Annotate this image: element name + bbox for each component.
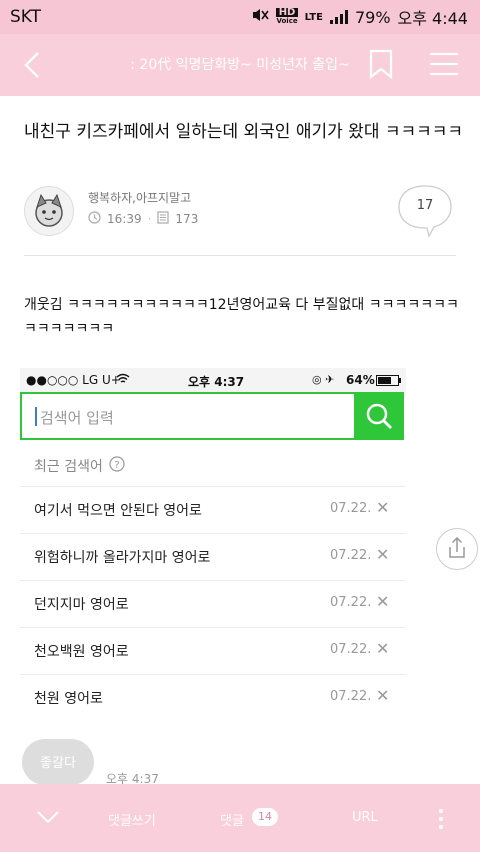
- recent-search-date: 07.22.: [330, 548, 372, 563]
- status-bar: SKT HD Voice LTE 79% 오후 4:44: [0, 0, 480, 34]
- clock-icon: [88, 211, 101, 227]
- recent-search-date: 07.22.: [330, 501, 372, 516]
- share-icon[interactable]: [436, 528, 478, 570]
- divider: [24, 255, 456, 256]
- embedded-wifi-icon: [116, 373, 130, 388]
- view-count: 173: [175, 212, 199, 226]
- delete-x-icon: ✕: [376, 686, 390, 705]
- embedded-battery-icon: [376, 375, 402, 389]
- url-button[interactable]: URL: [352, 810, 378, 825]
- help-icon: ?: [109, 456, 125, 476]
- delete-x-icon: ✕: [376, 592, 390, 611]
- post-title: 내친구 키즈카페에서 일하는데 외국인 애기가 왔대 ㅋㅋㅋㅋㅋ: [24, 122, 464, 142]
- hd-voice-icon: HD Voice: [276, 8, 298, 26]
- battery-percent: 79%: [354, 7, 391, 27]
- like-pill-label: 좋갈다: [40, 756, 76, 771]
- recent-search-row: 천오백원 영어로 07.22. ✕: [20, 627, 406, 674]
- delete-x-icon: ✕: [376, 639, 390, 658]
- recent-search-row: 던지지마 영어로 07.22. ✕: [20, 580, 406, 627]
- embedded-status-bar: ●●○○○ LG U+ 오후 4:37 ◎ ✈ 64%: [20, 368, 406, 394]
- recent-searches-header: 최근 검색어 ?: [34, 456, 125, 476]
- recent-search-row: 위험하니까 올라가지마 영어로 07.22. ✕: [20, 533, 406, 580]
- recent-search-text: 던지지마 영어로: [34, 597, 129, 613]
- recent-searches-label: 최근 검색어: [34, 459, 103, 475]
- text-caret: [35, 407, 37, 426]
- status-icons: HD Voice LTE 79% 오후 4:44: [251, 6, 468, 28]
- comment-count: 17: [416, 198, 434, 213]
- embedded-time: 오후 4:37: [188, 375, 245, 389]
- post-meta: 16:39 · 173: [88, 211, 198, 227]
- bookmark-icon[interactable]: [368, 49, 394, 80]
- lte-label: LTE: [304, 11, 323, 23]
- embedded-battery-percent: 64%: [346, 373, 375, 387]
- menu-icon[interactable]: [428, 51, 460, 77]
- embedded-carrier: ●●○○○ LG U+: [26, 373, 121, 387]
- meta-separator: ·: [147, 212, 152, 226]
- recent-search-text: 위험하니까 올라가지마 영어로: [34, 550, 211, 566]
- embedded-search-button: [354, 392, 404, 440]
- embedded-status-glyphs: ◎ ✈: [312, 373, 335, 386]
- recent-search-date: 07.22.: [330, 689, 372, 704]
- embedded-screenshot: ●●○○○ LG U+ 오후 4:37 ◎ ✈ 64% 검색어 입력 최근 검색…: [20, 368, 406, 728]
- delete-x-icon: ✕: [376, 545, 390, 564]
- board-title: : 20代 익명담화방~ 미성년자 출입~: [130, 57, 350, 73]
- bottom-bar: 댓글쓰기 댓글 14 URL: [0, 784, 480, 852]
- mute-icon: [251, 7, 270, 27]
- recent-search-text: 천원 영어로: [34, 691, 103, 707]
- hd-voice-line2: Voice: [276, 17, 298, 25]
- recent-search-row: 여기서 먹으면 안된다 영어로 07.22. ✕: [20, 486, 406, 533]
- recent-search-text: 여기서 먹으면 안된다 영어로: [34, 503, 202, 519]
- avatar[interactable]: [24, 186, 74, 236]
- svg-text:?: ?: [114, 460, 119, 471]
- recent-search-date: 07.22.: [330, 595, 372, 610]
- signal-icon: [329, 10, 348, 24]
- embedded-search-placeholder: 검색어 입력: [40, 409, 114, 427]
- comments-button[interactable]: 댓글: [220, 810, 244, 829]
- recent-search-row: 천원 영어로 07.22. ✕: [20, 674, 406, 721]
- views-icon: [157, 211, 170, 227]
- carrier-label: SKT: [10, 7, 42, 27]
- chevron-down-icon[interactable]: [36, 809, 60, 825]
- write-comment-button[interactable]: 댓글쓰기: [108, 810, 156, 829]
- delete-x-icon: ✕: [376, 498, 390, 517]
- clock: 오후 4:44: [397, 9, 468, 28]
- recent-search-date: 07.22.: [330, 642, 372, 657]
- back-icon[interactable]: [18, 50, 48, 80]
- comments-count-badge[interactable]: 14: [252, 808, 278, 826]
- hd-voice-line1: HD: [276, 8, 298, 18]
- post-time: 16:39: [107, 212, 142, 226]
- author-name[interactable]: 행복하자,아프지말고: [88, 189, 191, 206]
- recent-search-text: 천오백원 영어로: [34, 644, 129, 660]
- post-body: 개웃김 ㅋㅋㅋㅋㅋㅋㅋㅋㅋㅋㅋ12년영어교육 다 부질없대 ㅋㅋㅋㅋㅋㅋㅋㅋㅋㅋ…: [24, 297, 459, 337]
- header-bar: : 20代 익명담화방~ 미성년자 출입~: [0, 34, 480, 96]
- more-vertical-icon[interactable]: [436, 808, 446, 830]
